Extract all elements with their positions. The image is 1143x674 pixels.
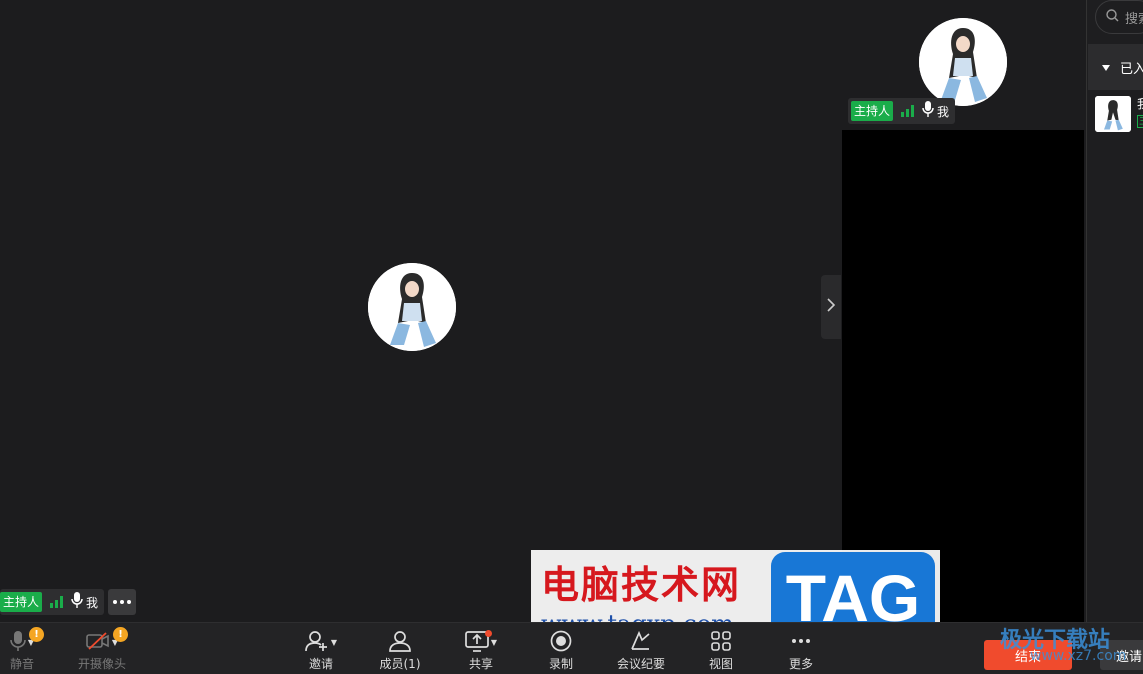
invite-label: 邀请: [308, 657, 333, 671]
member-search-input[interactable]: 搜索: [1095, 0, 1143, 34]
member-role-badge: 主: [1137, 115, 1143, 128]
chevron-right-icon: [826, 297, 836, 317]
host-badge: 主持人: [0, 592, 43, 612]
more-toolbar-button[interactable]: 更多: [766, 629, 836, 672]
caret-down-icon: [1102, 60, 1110, 75]
member-name: 我: [1137, 96, 1143, 112]
share-button[interactable]: ▼ 共享: [446, 629, 516, 672]
group-label: 已入: [1120, 61, 1143, 77]
caret-down-icon[interactable]: ▼: [491, 638, 497, 647]
member-list-item[interactable]: 我 主: [1095, 96, 1143, 132]
view-button[interactable]: 视图: [686, 629, 756, 672]
record-icon: [550, 630, 572, 655]
mic-icon: [71, 592, 83, 612]
side-video-column: 主持人 我: [842, 0, 1084, 622]
mic-icon: [922, 101, 934, 121]
participant-tag-box: 主持人 我: [0, 589, 105, 615]
share-screen-icon: [465, 629, 492, 655]
participant-avatar-large: [368, 263, 456, 351]
record-label: 录制: [548, 657, 573, 671]
members-label: 成员(1): [379, 657, 421, 671]
meeting-toolbar: ▼ ! 静音 ▼ ! 开摄像头 ▼ 邀请 成员(1) ▼ 共享 录制 会议纪要 …: [0, 622, 1143, 674]
host-badge: 主持人: [851, 101, 894, 121]
collapse-side-button[interactable]: [821, 275, 841, 339]
main-video-stage[interactable]: 主持人 我: [0, 0, 841, 622]
mic-off-icon: [10, 630, 26, 655]
search-icon: [1106, 8, 1119, 26]
main-participant-tag: 主持人 我: [0, 588, 137, 616]
participant-avatar-small: [919, 18, 1007, 106]
watermark-site2-url: www.xz7.com: [1030, 648, 1127, 664]
joined-group-header[interactable]: 已入: [1088, 44, 1143, 90]
grid-view-icon: [710, 630, 732, 655]
minutes-label: 会议纪要: [616, 657, 665, 671]
watermark-title: 电脑技术网: [541, 562, 742, 607]
meeting-window: 主持人 我 主持人 我 搜 已入 电脑技术网 TAG ▼ ! 静音 ▼ ! 开摄…: [0, 0, 1143, 674]
invite-toolbar-button[interactable]: ▼ 邀请: [286, 629, 356, 672]
side-participant-tag: 主持人 我: [848, 98, 956, 124]
warning-badge-icon: !: [29, 627, 45, 642]
camera-button[interactable]: ▼ ! 开摄像头: [67, 627, 137, 672]
members-icon: [388, 630, 412, 655]
member-avatar: [1095, 96, 1131, 132]
view-label: 视图: [708, 657, 733, 671]
member-panel: 搜索 已入 我 主: [1086, 0, 1143, 622]
record-button[interactable]: 录制: [526, 629, 596, 672]
notification-dot: [484, 629, 492, 637]
minutes-icon: [629, 630, 653, 655]
share-label: 共享: [468, 657, 493, 671]
member-meta: 我 主: [1137, 96, 1143, 132]
search-placeholder: 搜索: [1125, 11, 1143, 27]
side-video-tile[interactable]: 主持人 我: [842, 0, 1084, 130]
more-label: 更多: [788, 657, 813, 671]
signal-icon: [50, 596, 64, 608]
me-label: 我: [937, 104, 950, 119]
warning-badge-icon: !: [113, 627, 129, 642]
mute-button[interactable]: ▼ ! 静音: [0, 627, 57, 672]
participant-more-button[interactable]: [108, 589, 137, 615]
camera-off-icon: [86, 631, 110, 653]
me-label: 我: [86, 595, 99, 610]
more-dots-icon: [789, 630, 813, 655]
add-user-icon: [305, 630, 329, 655]
camera-label: 开摄像头: [77, 657, 126, 671]
members-button[interactable]: 成员(1): [365, 629, 435, 672]
caret-down-icon[interactable]: ▼: [331, 638, 337, 647]
mute-label: 静音: [9, 657, 34, 671]
signal-icon: [901, 105, 915, 117]
minutes-button[interactable]: 会议纪要: [606, 629, 676, 672]
